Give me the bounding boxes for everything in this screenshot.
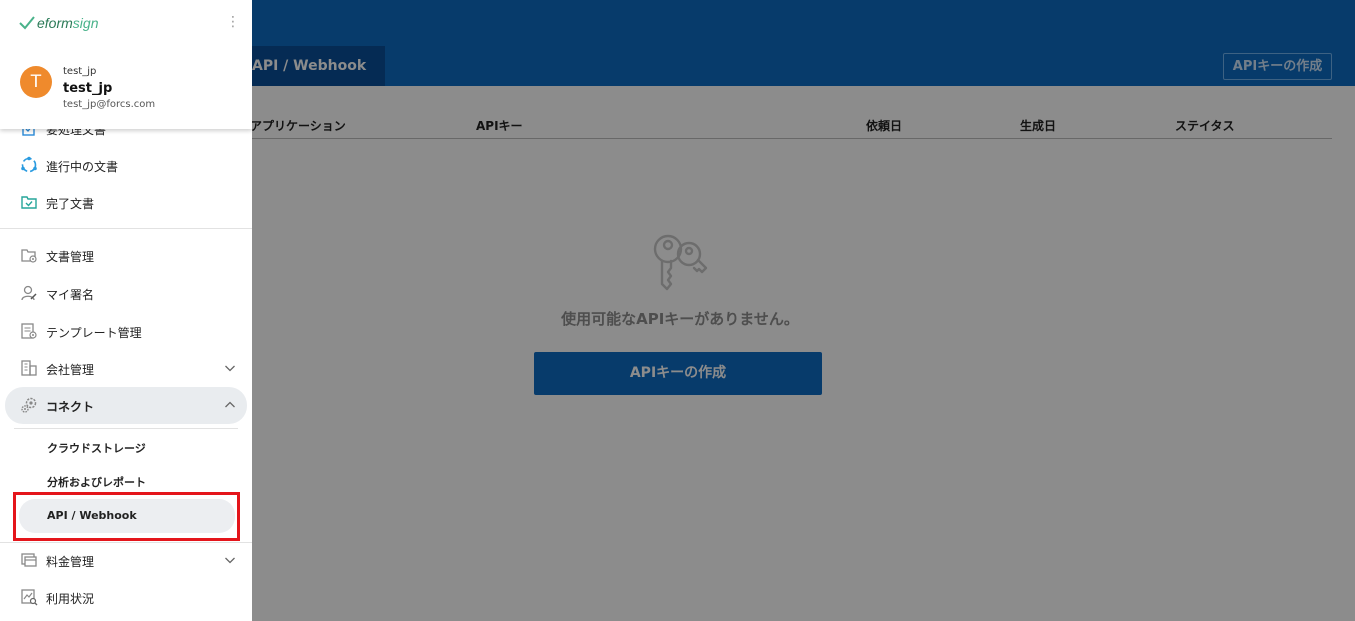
usage-icon <box>21 589 38 606</box>
logo-text-eform: eform <box>37 15 73 31</box>
folder-gear-icon <box>21 249 37 263</box>
submenu-divider <box>14 428 238 429</box>
logo-text: eformsign <box>37 15 98 31</box>
sidebar-item-in-progress[interactable]: 進行中の文書 <box>0 147 252 183</box>
sidebar-subitem-cloud-storage[interactable]: クラウドストレージ <box>14 430 238 464</box>
sidebar-item-company-management[interactable]: 会社管理 <box>0 350 252 386</box>
sidebar-item-label: 料金管理 <box>46 555 95 569</box>
building-icon <box>21 360 37 376</box>
eformsign-logo[interactable]: eformsign <box>19 13 98 33</box>
sidebar-item-label: テンプレート管理 <box>46 326 142 340</box>
sidebar-item-label: 進行中の文書 <box>46 160 119 174</box>
avatar[interactable]: T <box>20 66 52 98</box>
user-email: test_jp@forcs.com <box>63 99 156 110</box>
logo-text-sign: sign <box>72 15 99 31</box>
sidebar-item-my-signature[interactable]: マイ署名 <box>0 275 252 311</box>
highlight-annotation <box>13 492 240 541</box>
sidebar-drawer: 要処理文書 進行中の文書 完了文書 文書管理 マイ署名 テンプレート管理 会社管… <box>0 0 252 621</box>
sidebar-item-document-management[interactable]: 文書管理 <box>0 237 252 273</box>
chevron-up-icon <box>225 401 235 408</box>
subitem-label: クラウドストレージ <box>47 442 146 455</box>
subitem-label: 分析およびレポート <box>47 476 146 489</box>
billing-icon <box>21 553 37 567</box>
sidebar-item-completed[interactable]: 完了文書 <box>0 184 252 220</box>
chevron-down-icon <box>225 557 235 564</box>
sidebar-item-connect[interactable]: コネクト <box>5 387 247 424</box>
user-name: test_jp <box>63 81 113 96</box>
chevron-down-icon <box>225 365 235 372</box>
sidebar-item-usage[interactable]: 利用状況 <box>0 579 252 615</box>
company-name: test_jp <box>63 66 97 77</box>
completed-doc-icon <box>21 196 37 209</box>
sidebar-item-label: 利用状況 <box>46 592 95 606</box>
template-gear-icon <box>21 323 37 339</box>
sidebar-item-billing[interactable]: 料金管理 <box>0 542 252 578</box>
profile-card: eformsign ⋮ T test_jp test_jp test_jp@fo… <box>0 0 252 129</box>
sidebar-item-label: 会社管理 <box>46 363 95 377</box>
gears-icon <box>21 397 37 413</box>
sidebar-item-label: コネクト <box>46 400 95 414</box>
person-sign-icon <box>21 285 37 301</box>
more-options-icon[interactable]: ⋮ <box>226 14 240 30</box>
logo-check-icon <box>19 16 35 30</box>
sidebar-item-label: 文書管理 <box>46 250 95 264</box>
sidebar-item-label: マイ署名 <box>46 288 95 302</box>
sidebar-item-label: 完了文書 <box>46 197 95 211</box>
sidebar-divider <box>0 228 252 229</box>
progress-icon <box>21 156 37 173</box>
sidebar-item-template-management[interactable]: テンプレート管理 <box>0 313 252 349</box>
